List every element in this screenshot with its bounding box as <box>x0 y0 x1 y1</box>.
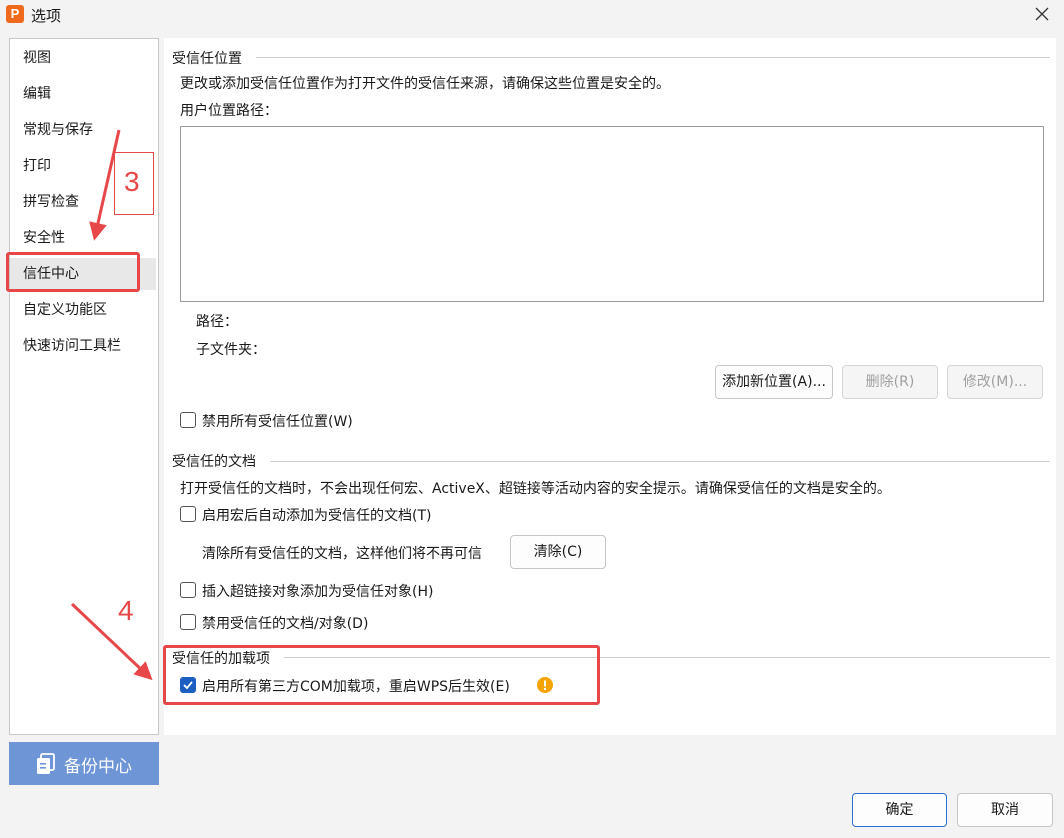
trusted-documents-title: 受信任的文档 <box>172 454 256 470</box>
hyperlink-trusted-object-checkbox[interactable]: 插入超链接对象添加为受信任对象(H) <box>180 581 480 601</box>
trusted-locations-list[interactable] <box>180 126 1044 302</box>
hyperlink-trusted-object-label: 插入超链接对象添加为受信任对象(H) <box>202 584 434 600</box>
checkbox-box <box>180 582 196 598</box>
clear-trusted-documents-text: 清除所有受信任的文档，这样他们将不再可信 <box>202 546 482 562</box>
backup-center-label: 备份中心 <box>64 757 132 777</box>
disable-trusted-documents-label: 禁用受信任的文档/对象(D) <box>202 616 369 632</box>
disable-trusted-documents-checkbox[interactable]: 禁用受信任的文档/对象(D) <box>180 613 420 633</box>
document-copy-icon <box>37 753 55 774</box>
sidebar-item-general-save[interactable]: 常规与保存 <box>10 114 158 146</box>
trusted-locations-title: 受信任位置 <box>172 51 242 67</box>
auto-add-trusted-document-label: 启用宏后自动添加为受信任的文档(T) <box>202 508 432 524</box>
add-new-location-button[interactable]: 添加新位置(A)... <box>715 365 833 399</box>
backup-center-button[interactable]: 备份中心 <box>9 742 159 785</box>
annotation-highlight-trust-center <box>6 252 140 292</box>
auto-add-trusted-document-checkbox[interactable]: 启用宏后自动添加为受信任的文档(T) <box>180 505 480 525</box>
ok-button[interactable]: 确定 <box>852 793 947 827</box>
wps-presentation-icon: P <box>6 5 24 23</box>
title-bar: P 选项 <box>0 0 1064 30</box>
disable-all-trusted-locations-checkbox[interactable]: 禁用所有受信任位置(W) <box>180 411 400 431</box>
path-label: 路径： <box>196 314 238 330</box>
section-divider <box>256 57 1050 58</box>
sidebar-item-customize-ribbon[interactable]: 自定义功能区 <box>10 294 158 326</box>
sidebar-item-edit[interactable]: 编辑 <box>10 78 158 110</box>
annotation-highlight-com-addins <box>163 645 600 705</box>
close-button[interactable] <box>1028 1 1056 27</box>
delete-location-button[interactable]: 删除(R) <box>842 365 938 399</box>
checkbox-box <box>180 412 196 428</box>
trusted-documents-description: 打开受信任的文档时，不会出现任何宏、ActiveX、超链接等活动内容的安全提示。… <box>180 481 891 497</box>
user-path-label: 用户位置路径： <box>180 103 278 119</box>
window-title: 选项 <box>31 7 62 25</box>
trusted-locations-description: 更改或添加受信任位置作为打开文件的受信任来源，请确保这些位置是安全的。 <box>180 76 670 92</box>
options-sidebar: 视图 编辑 常规与保存 打印 拼写检查 安全性 信任中心 自定义功能区 快速访问… <box>9 38 159 735</box>
sidebar-item-security[interactable]: 安全性 <box>10 222 158 254</box>
cancel-button[interactable]: 取消 <box>957 793 1053 827</box>
annotation-step4-number: 4 <box>118 595 134 626</box>
clear-trusted-documents-button[interactable]: 清除(C) <box>510 535 606 569</box>
checkbox-box <box>180 506 196 522</box>
sidebar-item-view[interactable]: 视图 <box>10 42 158 74</box>
trust-center-panel: 受信任位置 更改或添加受信任位置作为打开文件的受信任来源，请确保这些位置是安全的… <box>164 38 1056 735</box>
modify-location-button[interactable]: 修改(M)... <box>947 365 1043 399</box>
disable-all-trusted-locations-label: 禁用所有受信任位置(W) <box>202 414 353 430</box>
close-icon <box>1035 7 1049 21</box>
section-divider <box>270 461 1050 462</box>
subfolder-label: 子文件夹： <box>196 342 266 358</box>
checkbox-box <box>180 614 196 630</box>
annotation-step3-number: 3 <box>124 166 140 197</box>
sidebar-item-quick-access-toolbar[interactable]: 快速访问工具栏 <box>10 330 158 362</box>
